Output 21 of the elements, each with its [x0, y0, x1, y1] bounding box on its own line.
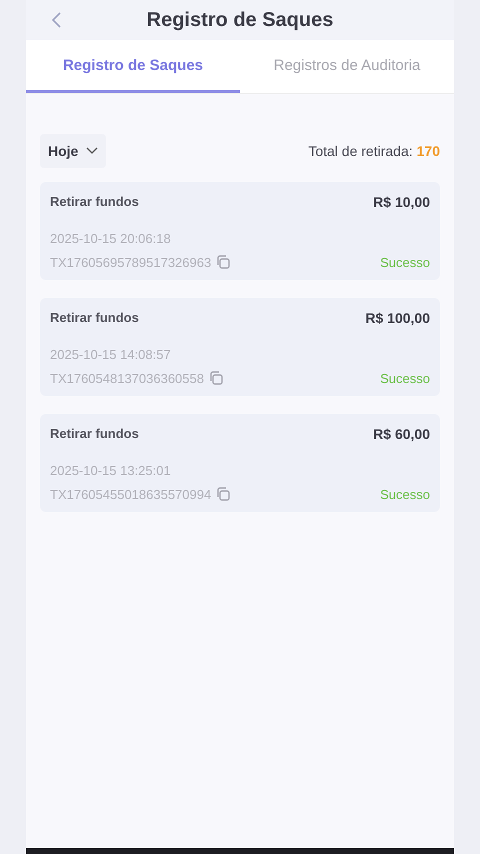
record-type: Retirar fundos — [50, 425, 139, 443]
record-amount: R$ 100,00 — [365, 309, 430, 328]
transaction-id: TX1760548137036360558 — [50, 370, 204, 388]
record-status: Sucesso — [380, 254, 430, 272]
record-amount: R$ 10,00 — [373, 193, 430, 212]
tab[interactable]: Registros de Auditoria — [240, 40, 454, 93]
record-datetime: 2025-10-15 20:06:18 — [50, 230, 172, 248]
total-label: Total de retirada: — [308, 142, 413, 160]
transaction-id: TX17605695789517326963 — [50, 254, 212, 272]
record-status: Sucesso — [380, 486, 430, 504]
record-type: Retirar fundos — [50, 309, 139, 327]
record-datetime: 2025-10-15 13:25:01 — [50, 462, 172, 480]
record-amount: R$ 60,00 — [373, 425, 430, 444]
record-status: Sucesso — [380, 370, 430, 388]
date-filter-dropdown[interactable]: Hoje — [40, 134, 106, 168]
transaction-id: TX17605455018635570994 — [50, 486, 212, 504]
total-value: 170 — [416, 142, 440, 160]
record-type: Retirar fundos — [50, 193, 139, 211]
page-title: Registro de Saques — [146, 8, 334, 33]
tab[interactable]: Registro de Saques — [26, 40, 240, 93]
record-datetime: 2025-10-15 14:08:57 — [50, 346, 172, 364]
